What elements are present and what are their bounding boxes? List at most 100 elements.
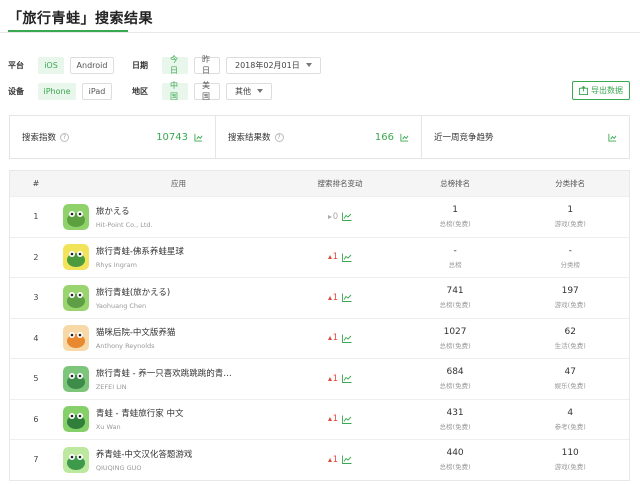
table-header: # 应用 搜索排名变动 总榜排名 分类排名 (10, 171, 629, 196)
table-row[interactable]: 5 旅行青蛙 - 养一只喜欢跳跳跳的青… ZEFEI LIN 1 684 总榜(… (10, 358, 629, 399)
row-index: 6 (33, 414, 39, 424)
trend-chart-icon[interactable] (342, 455, 352, 465)
chevron-down-icon (257, 89, 263, 93)
app-icon[interactable] (62, 203, 89, 230)
app-name-link[interactable]: 猫咪后院-中文版养猫 (96, 326, 176, 338)
app-icon[interactable] (62, 446, 89, 473)
app-cell[interactable]: 旅行青蛙(旅かえる) Yaohuang Chen (62, 284, 281, 311)
region-china-chip[interactable]: 中国 (162, 81, 188, 101)
app-cell[interactable]: 旅行青蛙-佛系养蛙星球 Rhys Ingram (62, 244, 281, 271)
category-rank-board: 参考(免费) (554, 422, 586, 431)
rank-variation-cell: 1 (281, 414, 399, 424)
category-rank-cell: 62 生活(免费) (511, 327, 629, 350)
platform-ios-chip[interactable]: iOS (38, 56, 64, 74)
category-rank-value: 4 (567, 407, 574, 418)
total-rank-value: 1 (452, 205, 458, 216)
app-icon[interactable] (62, 325, 89, 352)
rank-variation-cell: 1 (281, 333, 399, 343)
row-index: 2 (33, 252, 39, 262)
rank-variation-cell: 1 (281, 293, 399, 303)
header-total-rank: 总榜排名 (440, 179, 471, 188)
arrow-up-icon (327, 457, 332, 462)
chart-icon[interactable] (194, 133, 203, 142)
app-developer: Yaohuang Chen (95, 301, 147, 310)
help-icon[interactable]: ? (274, 132, 284, 142)
app-developer: Rhys Ingram (95, 261, 137, 270)
trend-chart-icon[interactable] (342, 334, 352, 343)
chart-icon[interactable] (608, 133, 617, 142)
table-row[interactable]: 6 青蛙 - 青蛙旅行家 中文 Xu Wan 1 431 总榜(免费) 4 参考… (10, 398, 629, 440)
app-cell[interactable]: 养青蛙-中文汉化答题游戏 QIUQING GUO (62, 446, 281, 473)
total-rank-cell: 431 总榜(免费) (399, 408, 512, 431)
rank-variation-cell: 0 (281, 212, 399, 222)
app-icon[interactable] (62, 284, 89, 311)
trend-chart-icon[interactable] (342, 293, 352, 303)
app-name-link[interactable]: 旅かえる (96, 205, 153, 217)
app-cell[interactable]: 旅行青蛙 - 养一只喜欢跳跳跳的青… ZEFEI LIN (62, 365, 281, 392)
date-today-chip[interactable]: 今日 (162, 55, 188, 75)
stat-weekly-trend: 近一周竞争趋势 (422, 116, 629, 158)
trend-chart-icon[interactable] (342, 253, 352, 262)
chart-icon[interactable] (400, 133, 409, 142)
app-name-link[interactable]: 旅行青蛙(旅かえる) (96, 286, 170, 298)
app-cell[interactable]: 猫咪后院-中文版养猫 Anthony Reynolds (62, 325, 281, 352)
table-row[interactable]: 2 旅行青蛙-佛系养蛙星球 Rhys Ingram 1 - 总榜 - 分类榜 (10, 236, 629, 278)
platform-android-chip[interactable]: Android (70, 56, 114, 74)
trend-chart-icon[interactable] (342, 374, 352, 384)
chevron-down-icon (305, 63, 312, 67)
stat-result-count: 搜索结果数 ? 166 (216, 116, 422, 158)
category-rank-cell: 110 游戏(免费) (511, 448, 629, 471)
app-name-link[interactable]: 青蛙 - 青蛙旅行家 中文 (96, 407, 184, 419)
app-name-link[interactable]: 旅行青蛙 - 养一只喜欢跳跳跳的青… (96, 367, 232, 379)
filter-row-platform-date: 平台 iOS Android 日期 今日 昨日 2018年02月01日 (8, 55, 321, 75)
date-picker-dropdown[interactable]: 2018年02月01日 (226, 56, 321, 74)
weekly-trend-label: 近一周竞争趋势 (434, 133, 494, 143)
category-rank-board: 游戏(免费) (554, 463, 586, 472)
app-developer: QIUQING GUO (95, 463, 142, 472)
date-yesterday-chip[interactable]: 昨日 (194, 55, 220, 75)
app-cell[interactable]: 青蛙 - 青蛙旅行家 中文 Xu Wan (62, 406, 281, 433)
table-row[interactable]: 7 养青蛙-中文汉化答题游戏 QIUQING GUO 1 440 总榜(免费) … (10, 439, 629, 480)
category-rank-cell: 1 游戏(免费) (511, 205, 629, 228)
region-us-chip[interactable]: 美国 (194, 81, 220, 101)
filter-row-device-region: 设备 iPhone iPad 地区 中国 美国 其他 (8, 81, 272, 101)
app-developer: Xu Wan (95, 423, 121, 432)
category-rank-cell: 47 娱乐(免费) (511, 367, 629, 390)
app-name-link[interactable]: 旅行青蛙-佛系养蛙星球 (96, 245, 184, 257)
search-index-label: 搜索指数 (22, 133, 57, 143)
total-rank-board: 总榜(免费) (439, 220, 471, 229)
category-rank-board: 生活(免费) (554, 341, 586, 350)
app-name-link[interactable]: 养青蛙-中文汉化答题游戏 (96, 448, 193, 460)
export-icon (579, 86, 588, 95)
app-icon[interactable] (62, 244, 89, 271)
header-index: # (32, 179, 40, 188)
trend-chart-icon[interactable] (342, 212, 352, 222)
total-rank-board: 总榜 (448, 260, 462, 269)
category-rank-board: 游戏(免费) (554, 220, 586, 229)
category-rank-value: 110 (561, 448, 579, 459)
region-label: 地区 (132, 86, 148, 96)
total-rank-cell: - 总榜 (399, 246, 512, 269)
arrow-up-icon (327, 255, 332, 260)
category-rank-cell: 4 参考(免费) (511, 408, 629, 431)
row-index: 7 (33, 455, 39, 465)
help-icon[interactable]: ? (60, 132, 70, 142)
trend-chart-icon[interactable] (342, 415, 352, 424)
device-ipad-chip[interactable]: iPad (82, 82, 112, 100)
app-developer: Hit-Point Co., Ltd. (95, 220, 153, 229)
app-icon[interactable] (62, 406, 89, 433)
rank-variation-cell: 1 (281, 455, 399, 465)
region-other-dropdown[interactable]: 其他 (226, 82, 272, 100)
app-cell[interactable]: 旅かえる Hit-Point Co., Ltd. (62, 203, 281, 230)
device-iphone-chip[interactable]: iPhone (38, 82, 76, 100)
table-row[interactable]: 1 旅かえる Hit-Point Co., Ltd. 0 1 总榜(免费) 1 … (10, 196, 629, 237)
result-count-label: 搜索结果数 (228, 133, 271, 143)
export-data-button[interactable]: 导出数据 (572, 81, 630, 100)
total-rank-value: 684 (446, 367, 464, 378)
total-rank-cell: 1027 总榜(免费) (399, 327, 512, 350)
category-rank-cell: - 分类榜 (511, 246, 629, 269)
table-row[interactable]: 3 旅行青蛙(旅かえる) Yaohuang Chen 1 741 总榜(免费) … (10, 277, 629, 318)
table-row[interactable]: 4 猫咪后院-中文版养猫 Anthony Reynolds 1 1027 总榜(… (10, 317, 629, 359)
page-title-bar: 「旅行青蛙」搜索结果 (8, 5, 153, 31)
app-icon[interactable] (62, 365, 89, 392)
